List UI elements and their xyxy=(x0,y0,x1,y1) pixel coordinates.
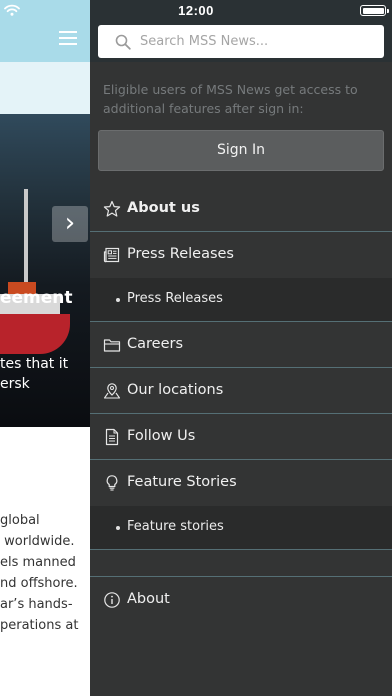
submenu-item-label: Press Releases xyxy=(127,291,223,306)
drawer-menu: About us Press Releases Press Releases C… xyxy=(90,186,392,623)
menu-item-about[interactable]: About xyxy=(90,577,392,623)
hamburger-menu-icon[interactable] xyxy=(59,31,77,45)
menu-spacer xyxy=(90,550,392,577)
menu-item-about-us[interactable]: About us xyxy=(90,186,392,232)
menu-item-label: About us xyxy=(127,200,200,216)
ship-hull xyxy=(0,314,70,354)
submenu-item-feature-stories[interactable]: Feature stories xyxy=(90,506,392,550)
star-icon xyxy=(103,200,121,217)
hero-title: eement xyxy=(0,288,73,308)
menu-item-feature-stories[interactable]: Feature Stories xyxy=(90,460,392,506)
background-page: › eement tes that it ersk global worldwi… xyxy=(0,0,90,696)
menu-item-press-releases[interactable]: Press Releases xyxy=(90,232,392,278)
menu-item-careers[interactable]: Careers xyxy=(90,322,392,368)
navigation-drawer: Eligible users of MSS News get access to… xyxy=(90,0,392,696)
chevron-right-icon[interactable]: › xyxy=(52,206,88,242)
submenu-item-label: Feature stories xyxy=(127,519,224,534)
menu-item-label: Careers xyxy=(127,336,184,352)
submenu-item-press-releases[interactable]: Press Releases xyxy=(90,278,392,322)
menu-item-label: Our locations xyxy=(127,382,224,398)
battery-icon xyxy=(360,5,389,16)
lightbulb-icon xyxy=(106,475,118,491)
status-time: 12:00 xyxy=(178,3,214,18)
newspaper-icon xyxy=(103,247,120,263)
article-body: global worldwide. els manned nd offshore… xyxy=(0,513,79,633)
menu-item-label: Press Releases xyxy=(127,246,234,262)
sign-in-button[interactable]: Sign In xyxy=(98,130,384,171)
menu-item-label: Feature Stories xyxy=(127,474,237,490)
bullet-icon xyxy=(116,526,120,530)
hero-body: tes that it ersk xyxy=(0,356,69,392)
search-input[interactable] xyxy=(140,25,376,58)
menu-item-label: Follow Us xyxy=(127,428,196,444)
hero-image: › eement tes that it ersk xyxy=(0,114,90,427)
header-band xyxy=(0,62,90,114)
search-icon xyxy=(115,34,131,50)
sign-in-promo-text: Eligible users of MSS News get access to… xyxy=(103,82,358,116)
search-bar[interactable] xyxy=(98,25,384,58)
bullet-icon xyxy=(116,298,120,302)
map-pin-icon xyxy=(103,383,121,399)
info-icon xyxy=(104,592,120,608)
menu-item-follow-us[interactable]: Follow Us xyxy=(90,414,392,460)
status-bar: 12:00 xyxy=(0,0,392,20)
document-icon xyxy=(105,428,119,446)
menu-item-label: About xyxy=(127,591,170,607)
folder-icon xyxy=(103,339,121,352)
menu-item-our-locations[interactable]: Our locations xyxy=(90,368,392,414)
